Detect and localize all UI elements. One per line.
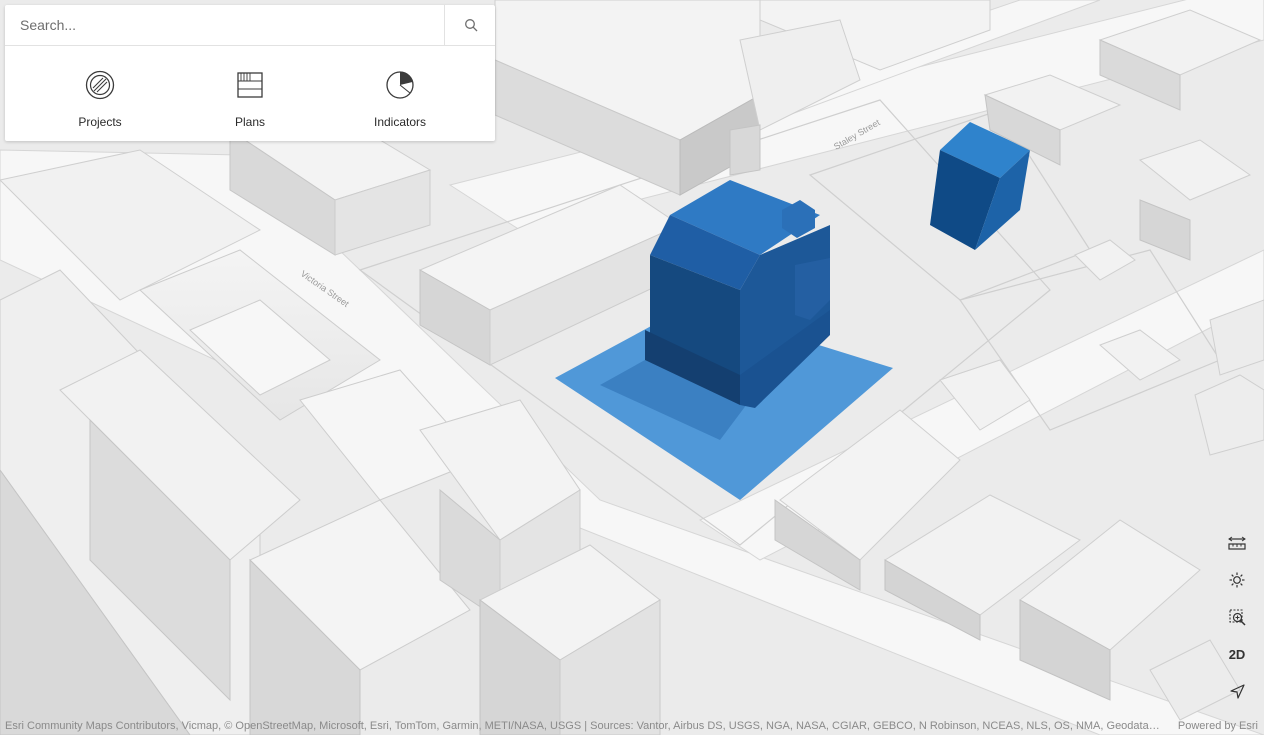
- search-input[interactable]: [5, 5, 443, 45]
- shortcut-projects[interactable]: Projects: [25, 46, 175, 141]
- locate-button[interactable]: [1219, 674, 1255, 708]
- shortcut-plans[interactable]: Plans: [175, 46, 325, 141]
- shortcut-bar: Projects Plans Indicators: [5, 46, 495, 141]
- search-panel: Projects Plans Indicators: [5, 5, 495, 141]
- measure-button[interactable]: [1219, 526, 1255, 560]
- shortcut-label: Plans: [234, 115, 266, 129]
- plans-icon: [237, 72, 263, 98]
- shortcut-indicators[interactable]: Indicators: [325, 46, 475, 141]
- search-bar: [5, 5, 495, 46]
- shortcut-label: Indicators: [373, 115, 427, 129]
- shortcut-label: Projects: [78, 115, 122, 129]
- indicators-icon: [386, 71, 414, 99]
- map-attribution: Esri Community Maps Contributors, Vicmap…: [0, 717, 1264, 735]
- search-button[interactable]: [444, 5, 496, 45]
- attribution-text[interactable]: Esri Community Maps Contributors, Vicmap…: [5, 717, 1160, 735]
- projects-icon: [85, 70, 115, 100]
- zoom-area-button[interactable]: [1219, 600, 1255, 634]
- map-tools: 2D: [1219, 526, 1255, 706]
- locate-arrow-icon: [1229, 683, 1245, 699]
- view-2d-toggle[interactable]: 2D: [1219, 637, 1255, 671]
- measure-icon: [1228, 536, 1246, 550]
- powered-by-esri[interactable]: Powered by Esri: [1178, 717, 1258, 735]
- search-icon: [464, 19, 477, 32]
- zoom-area-icon: [1228, 608, 1246, 626]
- daylight-button[interactable]: [1219, 563, 1255, 597]
- sun-icon: [1229, 572, 1245, 588]
